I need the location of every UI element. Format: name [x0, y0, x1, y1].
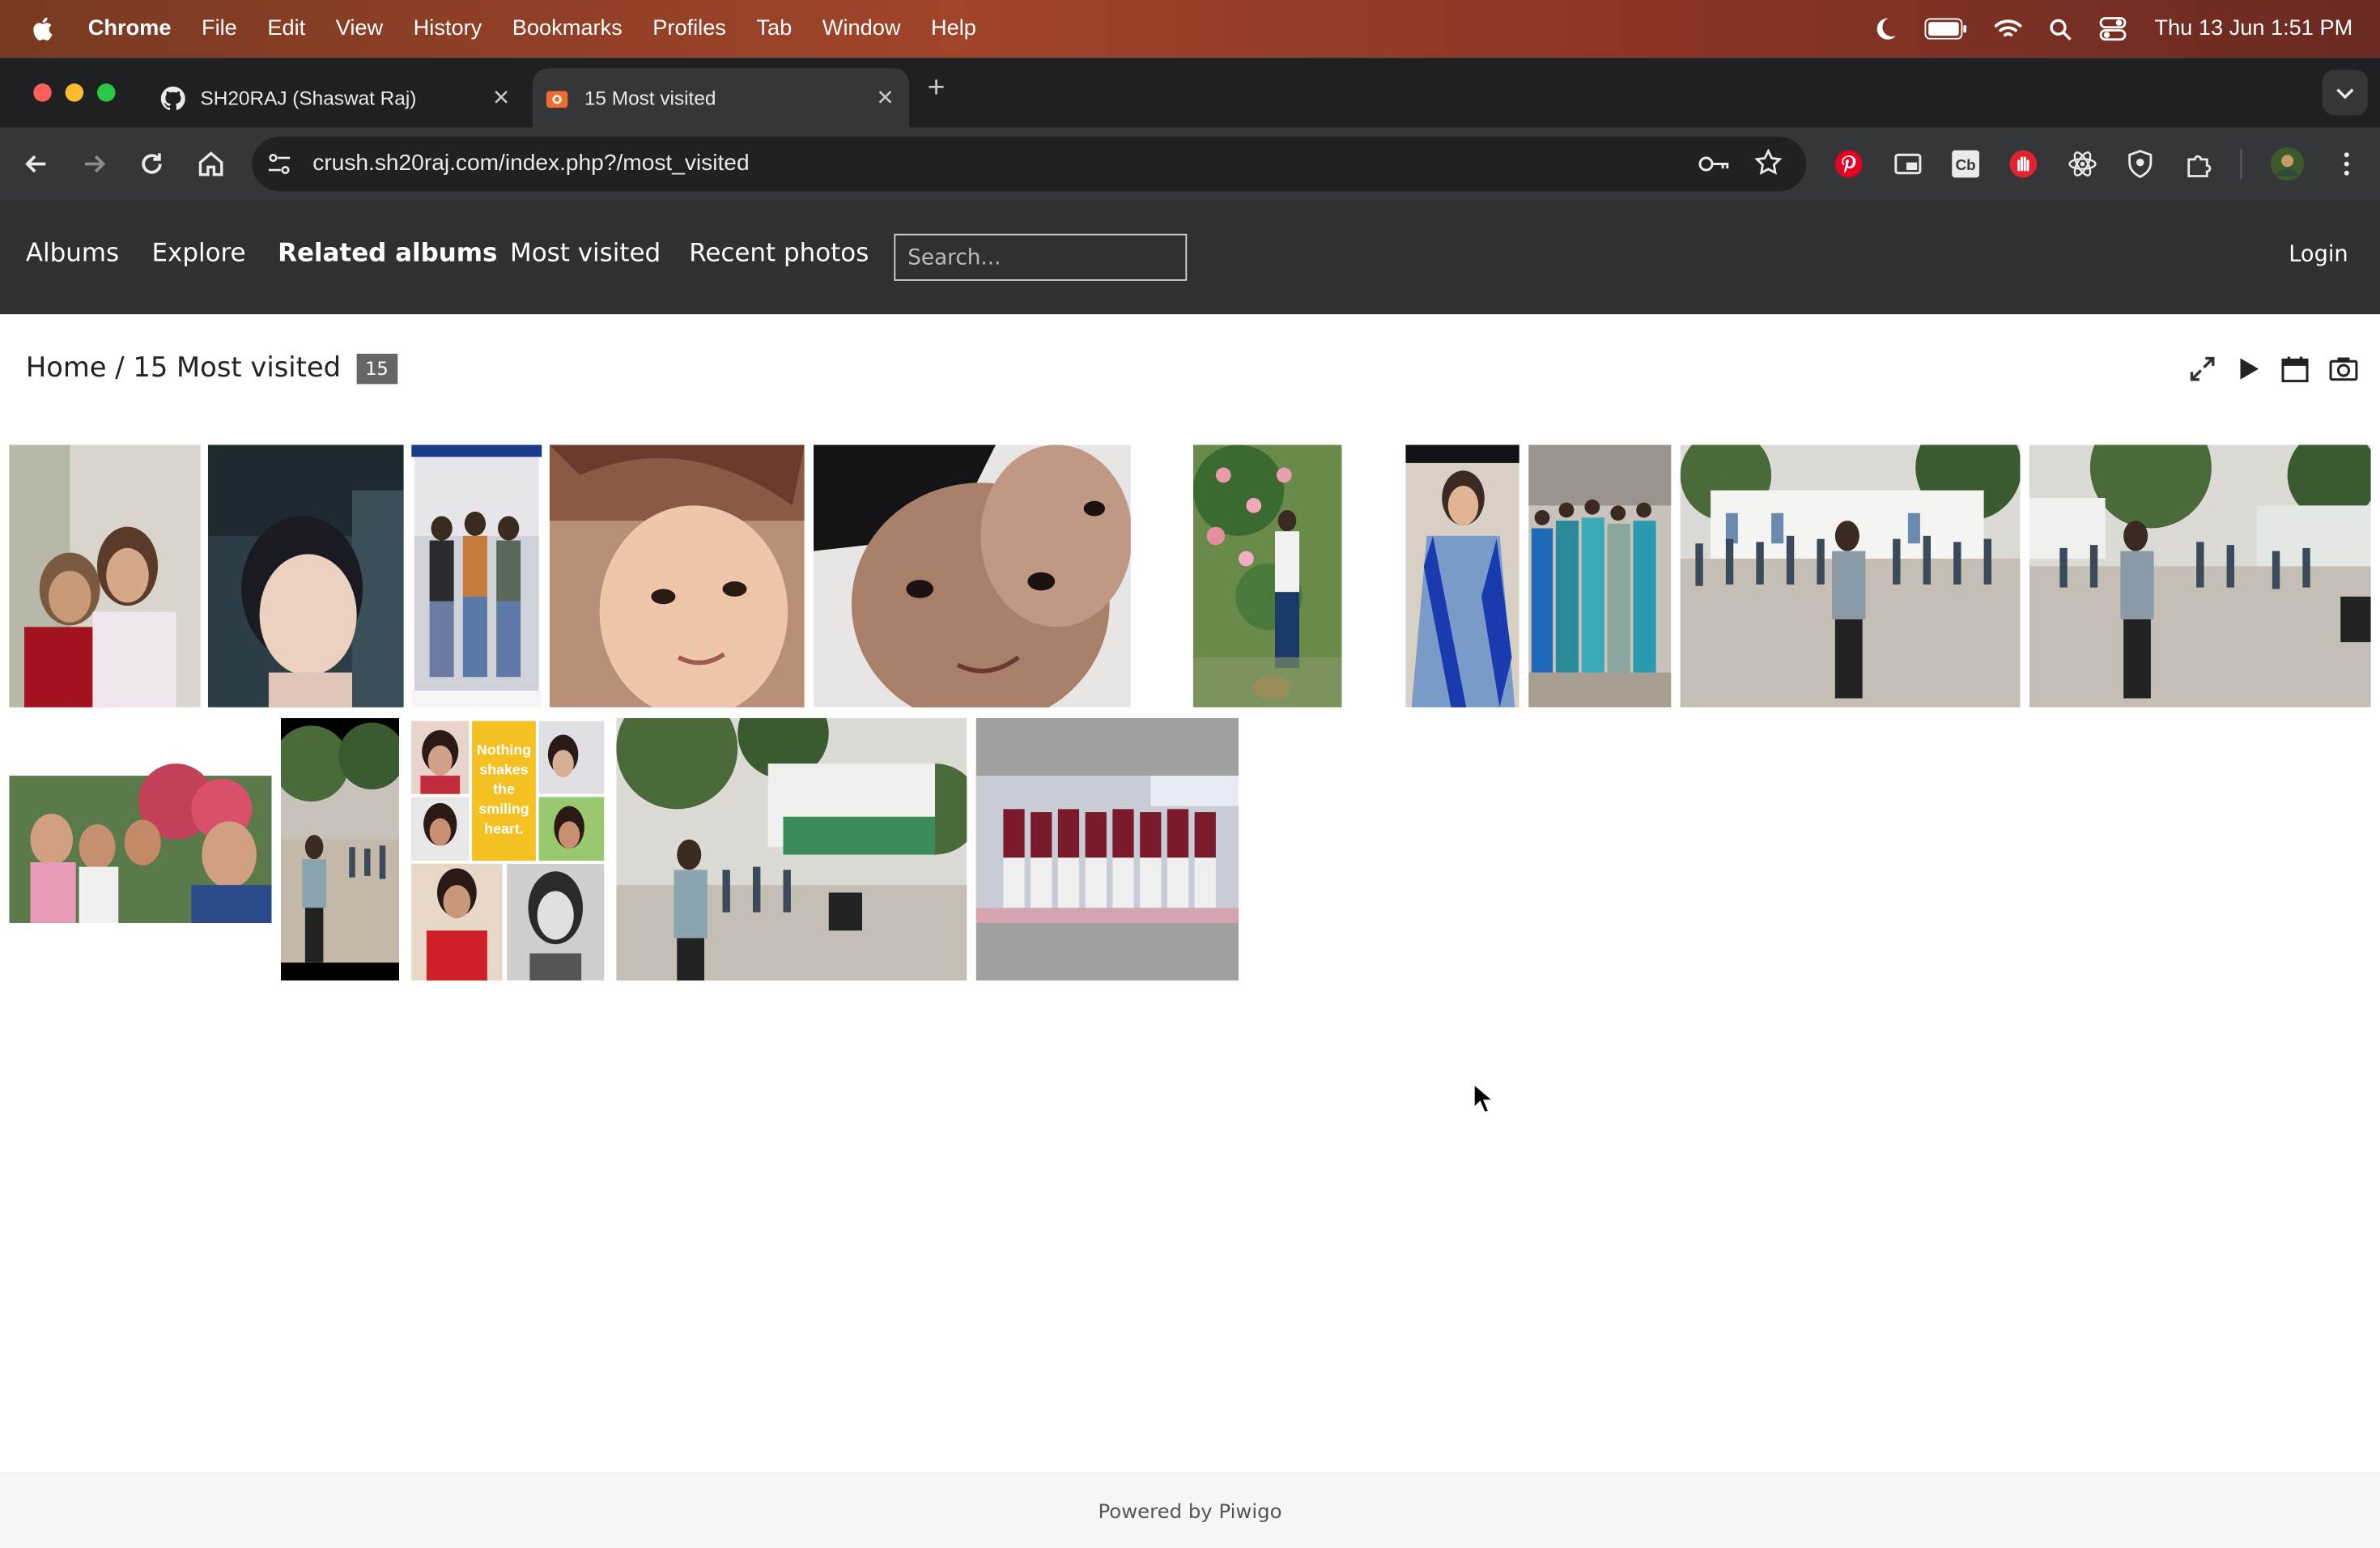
breadcrumb-home[interactable]: Home [26, 352, 107, 384]
photo-thumbnail[interactable] [814, 444, 1131, 708]
photo-thumbnail[interactable] [1405, 444, 1519, 708]
breadcrumb-current: 15 Most visited [133, 352, 342, 385]
menubar-clock[interactable]: Thu 13 Jun 1:51 PM [2154, 17, 2352, 41]
photo-thumbnail[interactable] [549, 444, 805, 708]
browser-tab-strip: SH20RAJ (Shaswat Raj) ✕ 15 Most visited … [0, 57, 2380, 128]
home-icon[interactable] [196, 149, 227, 180]
profile-avatar-icon[interactable] [2269, 146, 2306, 182]
svg-text:Nothing: Nothing [477, 742, 531, 758]
fullscreen-icon[interactable] [2189, 355, 2216, 383]
photo-count-badge: 15 [355, 352, 398, 384]
mouse-cursor-icon [1473, 1082, 1497, 1114]
breadcrumb-separator: / [106, 352, 134, 385]
photo-thumbnail[interactable] [1528, 444, 1672, 708]
tab-title: 15 Most visited [584, 86, 716, 109]
tab-github[interactable]: SH20RAJ (Shaswat Raj) ✕ [149, 68, 525, 127]
photo-thumbnail[interactable] [1680, 444, 2021, 708]
nav-most-visited[interactable]: Most visited [510, 238, 661, 267]
calendar-icon[interactable] [2280, 354, 2310, 385]
battery-icon[interactable] [1925, 18, 1968, 40]
photo-thumbnail[interactable] [9, 444, 201, 708]
site-header: Albums Explore Related albums Most visit… [0, 200, 2380, 315]
wifi-icon[interactable] [1995, 19, 2023, 40]
spotlight-search-icon[interactable] [2050, 18, 2072, 40]
piwigo-icon [546, 90, 568, 108]
menu-view[interactable]: View [336, 17, 383, 41]
pinterest-extension-icon[interactable] [1834, 149, 1864, 180]
page-title: Home / 15 Most visited 15 [26, 352, 398, 385]
photo-thumbnail[interactable] [616, 717, 967, 981]
nav-albums[interactable]: Albums [26, 238, 119, 267]
page-actions [2189, 354, 2359, 385]
stop-hand-extension-icon[interactable] [2008, 149, 2039, 180]
nav-explore[interactable]: Explore [152, 238, 246, 267]
shield-extension-icon[interactable] [2125, 149, 2156, 180]
control-center-icon[interactable] [2100, 17, 2127, 41]
toolbar-divider [2240, 148, 2242, 180]
bookmark-star-icon[interactable] [1754, 148, 1783, 176]
svg-text:the: the [493, 781, 515, 797]
menu-edit[interactable]: Edit [267, 17, 305, 41]
window-zoom-button[interactable] [97, 83, 116, 102]
page-footer: Powered by Piwigo [0, 1472, 2380, 1548]
menu-app-chrome[interactable]: Chrome [88, 17, 172, 41]
photo-thumbnail[interactable]: Nothing shakes the smiling heart. [408, 717, 607, 981]
menu-history[interactable]: History [414, 17, 482, 41]
photo-thumbnail[interactable] [2029, 444, 2371, 708]
site-info-icon[interactable] [267, 152, 291, 176]
svg-text:smiling: smiling [478, 801, 529, 817]
menu-file[interactable]: File [202, 17, 237, 41]
tab-title: SH20RAJ (Shaswat Raj) [200, 86, 417, 109]
camera-icon[interactable] [2328, 354, 2359, 385]
photo-thumbnail[interactable] [9, 717, 272, 981]
cb-extension-icon[interactable]: Cb [1950, 149, 1981, 180]
footer-text: Powered by [1098, 1501, 1219, 1525]
url-text[interactable]: crush.sh20raj.com/index.php?/most_visite… [312, 151, 749, 176]
github-icon [160, 85, 185, 110]
photo-thumbnail[interactable] [975, 717, 1239, 981]
tab-search-button[interactable] [2322, 70, 2368, 116]
svg-text:Cb: Cb [1956, 156, 1976, 173]
password-key-icon[interactable] [1697, 152, 1730, 176]
menu-window[interactable]: Window [822, 17, 901, 41]
login-link[interactable]: Login [2289, 243, 2348, 267]
tab-most-visited[interactable]: 15 Most visited ✕ [533, 68, 910, 128]
search-input[interactable] [894, 233, 1188, 281]
apple-icon[interactable] [31, 15, 58, 43]
browser-toolbar: crush.sh20raj.com/index.php?/most_visite… [0, 127, 2380, 201]
moon-icon[interactable] [1874, 17, 1898, 41]
menu-tab[interactable]: Tab [756, 17, 792, 41]
back-arrow-icon[interactable] [21, 149, 52, 180]
piwigo-link[interactable]: Piwigo [1218, 1501, 1281, 1524]
window-close-button[interactable] [33, 83, 52, 102]
nav-recent-photos[interactable]: Recent photos [689, 238, 869, 267]
new-tab-icon[interactable]: + [928, 71, 946, 106]
extensions-puzzle-icon[interactable] [2184, 149, 2215, 180]
forward-arrow-icon[interactable] [79, 149, 110, 180]
menu-bookmarks[interactable]: Bookmarks [512, 17, 623, 41]
slideshow-play-icon[interactable] [2234, 355, 2262, 383]
react-devtools-icon[interactable] [2068, 149, 2098, 180]
chevron-down-icon [2336, 88, 2354, 100]
svg-text:shakes: shakes [479, 761, 528, 777]
photo-thumbnail[interactable] [280, 717, 400, 981]
nav-related-albums[interactable]: Related albums [278, 238, 497, 267]
photo-thumbnail[interactable] [1192, 444, 1342, 708]
svg-text:heart.: heart. [484, 820, 523, 836]
photo-thumbnail[interactable] [207, 444, 404, 708]
address-bar[interactable]: crush.sh20raj.com/index.php?/most_visite… [252, 136, 1807, 192]
tab-close-icon[interactable]: ✕ [876, 85, 894, 111]
menu-profiles[interactable]: Profiles [652, 17, 726, 41]
menu-help[interactable]: Help [931, 17, 976, 41]
photo-thumbnail[interactable] [411, 444, 542, 708]
macos-menu-bar: Chrome File Edit View History Bookmarks … [0, 0, 2380, 58]
reload-icon[interactable] [137, 149, 168, 180]
picture-in-picture-extension-icon[interactable] [1893, 149, 1923, 180]
tab-close-icon[interactable]: ✕ [492, 85, 510, 111]
chrome-menu-kebab-icon[interactable] [2331, 149, 2362, 180]
window-minimize-button[interactable] [65, 83, 84, 102]
